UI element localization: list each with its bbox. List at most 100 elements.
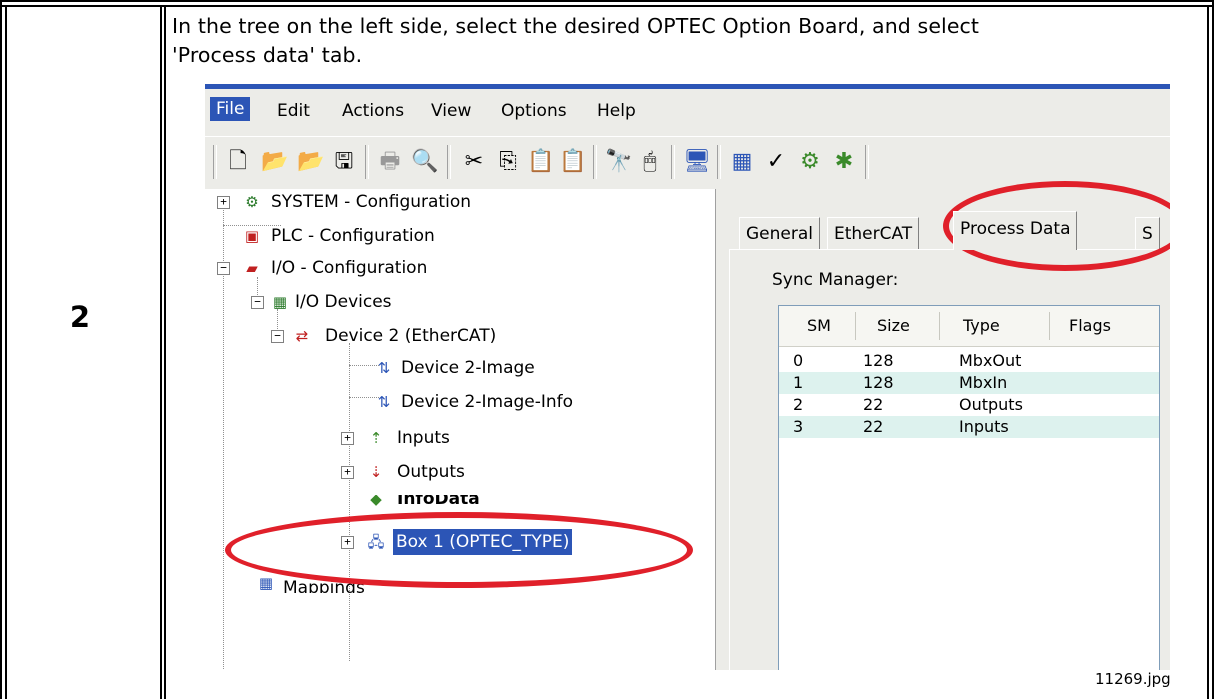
toolbar-separator <box>447 145 451 179</box>
menu-view[interactable]: View <box>431 101 471 121</box>
tab-process-data[interactable]: Process Data <box>953 211 1078 250</box>
menu-help[interactable]: Help <box>597 101 636 121</box>
sync-manager-grid[interactable]: SM Size Type Flags 0 128 MbxOut 1 128 Mb… <box>778 305 1160 670</box>
cell-size: 128 <box>863 351 894 370</box>
table-divider <box>160 5 162 699</box>
toolbar-separator <box>671 145 675 179</box>
toolbar-grip <box>213 145 217 179</box>
new-file-icon[interactable]: 🗋 <box>225 147 251 175</box>
mappings-icon[interactable]: ▦ <box>729 147 755 175</box>
paste-alt-icon[interactable]: 📋 <box>559 147 586 175</box>
toolbar-separator <box>717 145 721 179</box>
print-preview-icon[interactable]: 🔍 <box>411 147 438 175</box>
instruction-line-2: 'Process data' tab. <box>172 43 363 67</box>
tree-item-io-config[interactable]: − ▰ I/O - Configuration <box>217 255 617 281</box>
tree-item-system[interactable]: + ⚙ SYSTEM - Configuration <box>217 189 617 215</box>
cell-size: 128 <box>863 373 894 392</box>
expand-icon[interactable]: + <box>341 466 354 479</box>
step-number: 2 <box>69 300 91 334</box>
tree-item-device2-image-info[interactable]: ⇅ Device 2-Image-Info <box>373 389 673 415</box>
menu-actions[interactable]: Actions <box>342 101 404 121</box>
check-icon[interactable]: ✓ <box>763 147 789 175</box>
cell-sm: 1 <box>793 373 804 392</box>
tree-label: I/O - Configuration <box>271 258 428 278</box>
mouse-icon[interactable]: 🖱 <box>637 147 663 175</box>
grid-header: SM Size Type Flags <box>779 306 1159 347</box>
table-border-top-inner <box>0 5 1214 7</box>
tab-general[interactable]: General <box>739 217 820 250</box>
outputs-icon: ⇣ <box>369 463 383 481</box>
tree-item-inputs[interactable]: + ⇡ Inputs <box>341 425 641 451</box>
activate-icon[interactable]: ✱ <box>831 147 857 175</box>
screenshot-top-border <box>205 84 1170 89</box>
tab-ethercat[interactable]: EtherCAT <box>827 217 920 250</box>
menu-edit[interactable]: Edit <box>277 101 310 121</box>
instruction-line-1: In the tree on the left side, select the… <box>172 14 980 38</box>
menu-file[interactable]: File <box>210 97 251 121</box>
twincat-screenshot: File Edit Actions View Options Help 🗋 📂 … <box>205 84 1170 670</box>
table-row[interactable]: 3 22 Inputs <box>779 416 1159 438</box>
io-devices-icon: ▦ <box>272 293 288 311</box>
tree-item-infodata[interactable]: ◆ InfoData <box>341 495 641 511</box>
table-border-left-inner <box>5 5 7 699</box>
tree-label: Device 2-Image <box>401 358 535 378</box>
cell-type: Outputs <box>959 395 1023 414</box>
column-header-sm[interactable]: SM <box>807 316 831 335</box>
monitor-icon[interactable]: 🖥 <box>683 147 711 175</box>
column-header-type[interactable]: Type <box>963 316 1000 335</box>
find-icon[interactable]: 🔭 <box>605 147 632 175</box>
table-row[interactable]: 0 128 MbxOut <box>779 350 1159 372</box>
config-tree: + ⚙ SYSTEM - Configuration ▣ PLC - Confi… <box>205 189 715 670</box>
expand-icon[interactable]: + <box>341 432 354 445</box>
copy-icon[interactable]: ⎘ <box>495 147 521 175</box>
column-separator <box>1049 312 1050 340</box>
ethercat-device-icon: ⇄ <box>295 327 309 345</box>
table-row[interactable]: 2 22 Outputs <box>779 394 1159 416</box>
tree-label: Device 2-Image-Info <box>401 392 574 412</box>
toolbar-separator <box>365 145 369 179</box>
table-divider-inner <box>164 5 166 699</box>
build-icon[interactable]: ⚙ <box>797 147 823 175</box>
table-row[interactable]: 1 128 MbxIn <box>779 372 1159 394</box>
cell-size: 22 <box>863 395 884 414</box>
tree-line <box>223 265 224 670</box>
highlight-box1-ellipse <box>225 512 693 588</box>
mappings-icon: ▦ <box>258 574 274 592</box>
inputs-icon: ⇡ <box>369 429 383 447</box>
open-folder-alt-icon[interactable]: 📂 <box>297 147 324 175</box>
table-border-top <box>0 0 1214 2</box>
system-config-icon: ⚙ <box>245 193 259 211</box>
collapse-icon[interactable]: − <box>217 262 230 275</box>
menu-options[interactable]: Options <box>501 101 567 121</box>
cut-icon[interactable]: ✂ <box>461 147 487 175</box>
tree-label: PLC - Configuration <box>271 226 435 246</box>
column-separator <box>855 312 856 340</box>
plc-config-icon: ▣ <box>244 227 260 245</box>
column-header-size[interactable]: Size <box>877 316 910 335</box>
tree-item-outputs[interactable]: + ⇣ Outputs <box>341 459 641 485</box>
sync-manager-label: Sync Manager: <box>772 270 899 290</box>
tree-label: Device 2 (EtherCAT) <box>325 326 497 346</box>
collapse-icon[interactable]: − <box>271 330 284 343</box>
tree-item-device2[interactable]: − ⇄ Device 2 (EtherCAT) <box>271 323 651 349</box>
tree-label: I/O Devices <box>295 292 392 312</box>
column-header-flags[interactable]: Flags <box>1069 316 1111 335</box>
image-caption: 11269.jpg <box>1095 670 1171 688</box>
expand-icon[interactable]: + <box>217 196 230 209</box>
image-info-icon: ⇅ <box>377 393 391 411</box>
collapse-icon[interactable]: − <box>251 296 264 309</box>
cell-type: MbxIn <box>959 373 1008 392</box>
tree-item-device2-image[interactable]: ⇅ Device 2-Image <box>373 355 673 381</box>
cell-size: 22 <box>863 417 884 436</box>
tree-item-plc[interactable]: ▣ PLC - Configuration <box>217 223 617 249</box>
tree-label: Inputs <box>397 428 450 448</box>
save-icon[interactable]: 🖫 <box>331 147 357 175</box>
infodata-icon: ◆ <box>370 495 382 508</box>
column-separator <box>939 312 940 340</box>
open-folder-icon[interactable]: 📂 <box>261 147 288 175</box>
paste-icon[interactable]: 📋 <box>527 147 554 175</box>
tree-item-io-devices[interactable]: − ▦ I/O Devices <box>251 289 631 315</box>
io-config-icon: ▰ <box>246 259 258 277</box>
print-icon[interactable]: 🖶 <box>377 147 403 175</box>
tree-label: Outputs <box>397 462 465 482</box>
